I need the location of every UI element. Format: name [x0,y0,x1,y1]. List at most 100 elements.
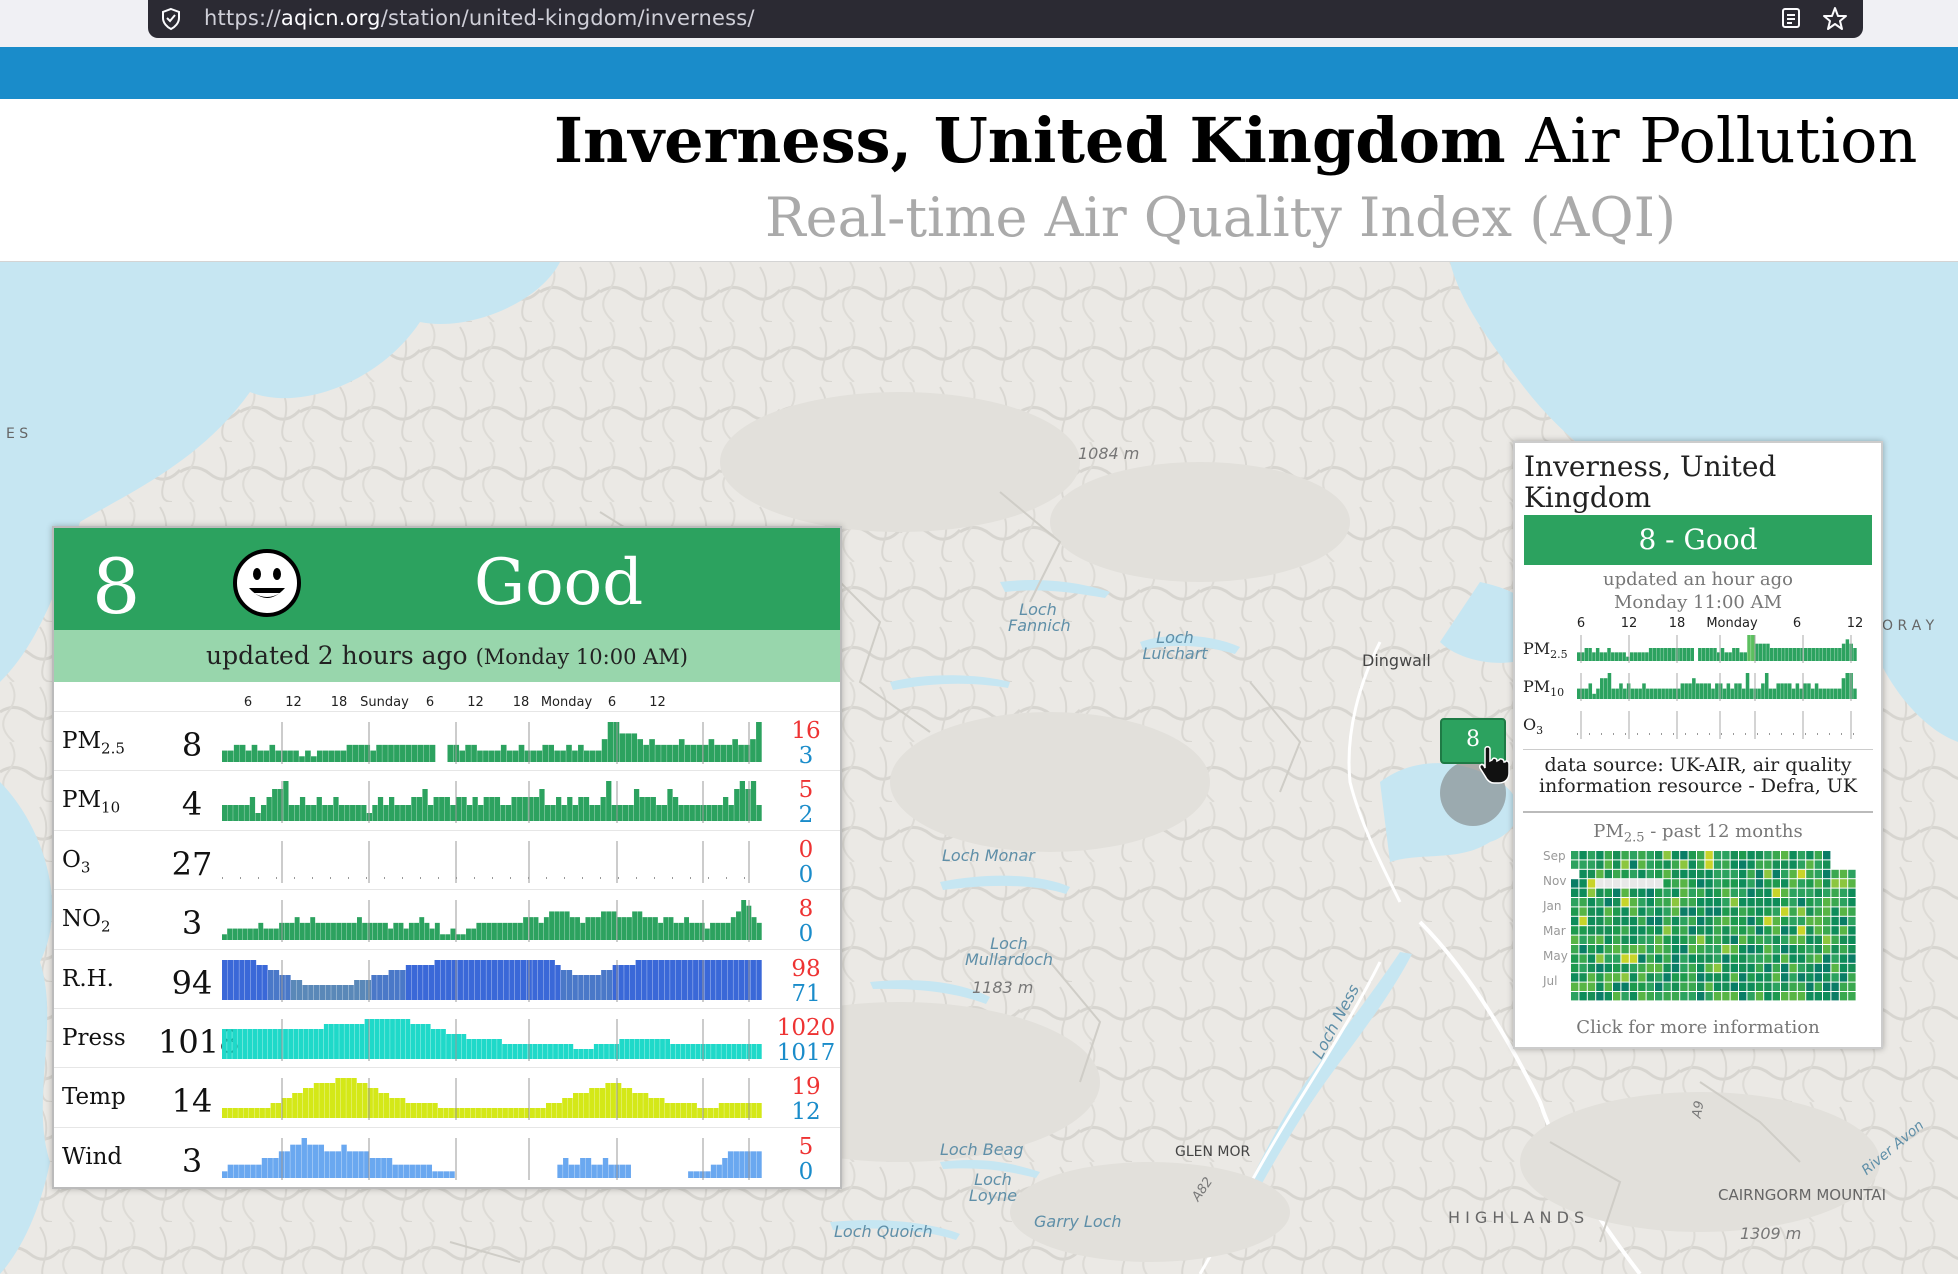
sparkline-bar [536,750,543,762]
sparkline-bar [542,1044,548,1059]
heatmap-cell [1571,879,1579,888]
sparkline-bar [263,750,270,762]
popup-sparkline-dot [1649,733,1650,735]
heatmap-cell [1613,926,1621,935]
sparkline-bar [660,1039,665,1059]
heatmap-cell [1579,879,1587,888]
heatmap-cell [1789,954,1797,963]
pollutant-row[interactable]: Temp 14 19 12 [54,1067,840,1128]
sparkline-bar [633,789,640,822]
url-bar[interactable]: https://aqicn.org/station/united-kingdom… [148,0,1863,38]
sparkline-bar [256,1164,262,1178]
popup-history-heatmap [1571,851,1856,1001]
sparkline-bar [290,1144,296,1178]
popup-sparkline-bar [1804,648,1808,661]
popup-pollutant-subscript: 2.5 [1550,648,1568,662]
popup-sparkline-bar [1680,683,1685,699]
pollutant-value: 27 [171,844,213,883]
aqi-header: 8 Good [54,528,840,631]
aqi-widget[interactable]: 8 Good updated 2 hours ago (Monday 10:00… [52,526,842,1189]
heatmap-cell [1848,888,1856,897]
heatmap-cell [1621,982,1629,991]
sparkline-bar [751,917,757,941]
sparkline-bar [702,744,709,762]
heatmap-cell [1722,992,1730,1001]
sparkline-dot [402,876,403,879]
sparkline-bar [726,1044,732,1059]
popup-sparkline-bar [1630,688,1635,699]
sparkline-bar [588,1049,594,1059]
reader-view-icon[interactable] [1780,6,1802,30]
sparkline-bar [497,1108,503,1119]
popup-data-source[interactable]: data source: UK-AIR, air quality informa… [1523,755,1873,797]
popup-sparkline-bar [1788,648,1793,661]
heatmap-cell [1730,916,1738,926]
sparkline-bar [673,923,679,941]
heatmap-cell [1755,916,1764,926]
sparkline-bar [299,756,305,762]
heatmap-cell [1722,926,1730,935]
sparkline-bar [637,1093,643,1119]
heatmap-cell [1613,907,1621,916]
heatmap-cell [1764,860,1772,869]
bookmark-star-icon[interactable] [1822,6,1848,32]
divider [1523,811,1873,813]
station-popup[interactable]: Inverness, United Kingdom 8 - Good updat… [1513,441,1883,1049]
url-text[interactable]: https://aqicn.org/station/united-kingdom… [204,6,755,30]
pollutant-row[interactable]: O3 27 0 0 [54,829,840,891]
pollutant-row[interactable]: Wind 3 5 0 [54,1126,840,1188]
sparkline-bar [519,1108,525,1119]
sparkline-bar [471,1039,477,1059]
sparkline-bar [257,1029,263,1059]
sparkline-bar [598,1044,604,1059]
pollutant-row[interactable]: NO2 3 8 0 [54,889,840,950]
sparkline-bar [372,805,378,822]
heatmap-cell [1839,916,1848,926]
sparkline-dot [222,876,223,879]
sparkline-bar [511,797,517,822]
sparkline-bar [643,744,649,762]
sparkline-bar [689,923,695,941]
heatmap-cell [1722,879,1730,888]
sparkline-bar [398,923,404,941]
pollutant-row[interactable]: R.H. 94 98 71 [54,948,840,1010]
heatmap-cell [1713,973,1722,982]
hour-tick-label: 18 [330,695,348,710]
pollutant-row[interactable]: Press 1018 1020 1017 [54,1008,840,1069]
sparkline-bar [340,1078,346,1119]
heatmap-cell [1629,879,1638,888]
sparkline-bar [554,750,560,762]
heatmap-cell [1655,954,1663,963]
sparkline-dot [510,876,511,879]
heatmap-cell [1655,888,1663,897]
sparkline-bar [567,797,573,822]
pollutant-row[interactable]: PM10 4 5 2 [54,770,840,831]
heatmap-cell [1747,869,1755,879]
sparkline-bar [705,1044,711,1059]
pollutant-row[interactable]: PM2.5 8 16 3 [54,711,840,772]
sparkline-bar [532,1044,538,1059]
sparkline-bar [342,984,349,1000]
heatmap-cell [1730,992,1738,1001]
sparkline-bar [448,1108,454,1119]
sparkline-bar [546,1103,552,1119]
sparkline-bar [335,1151,342,1178]
sparkline-bar [303,1088,309,1119]
popup-more-info-link[interactable]: Click for more information [1515,1017,1881,1038]
shield-icon[interactable] [160,7,182,31]
sparkline-bar [263,928,269,941]
sparkline-bar [377,797,384,822]
heatmap-cell [1730,935,1738,944]
sparkline-dot [492,876,493,879]
sparkline-bar [324,1083,330,1119]
sparkline-bar [302,984,308,1000]
heatmap-cell [1831,898,1839,907]
sparkline-bar [670,1044,676,1059]
history-label: PM [1593,821,1624,842]
popup-sparkline-bar [1642,683,1646,699]
sparkline-bar [386,1157,393,1178]
heatmap-cell [1655,973,1663,982]
sparkline-bar [310,917,316,941]
heatmap-cell [1781,860,1789,869]
sparkline-bar [506,750,513,762]
